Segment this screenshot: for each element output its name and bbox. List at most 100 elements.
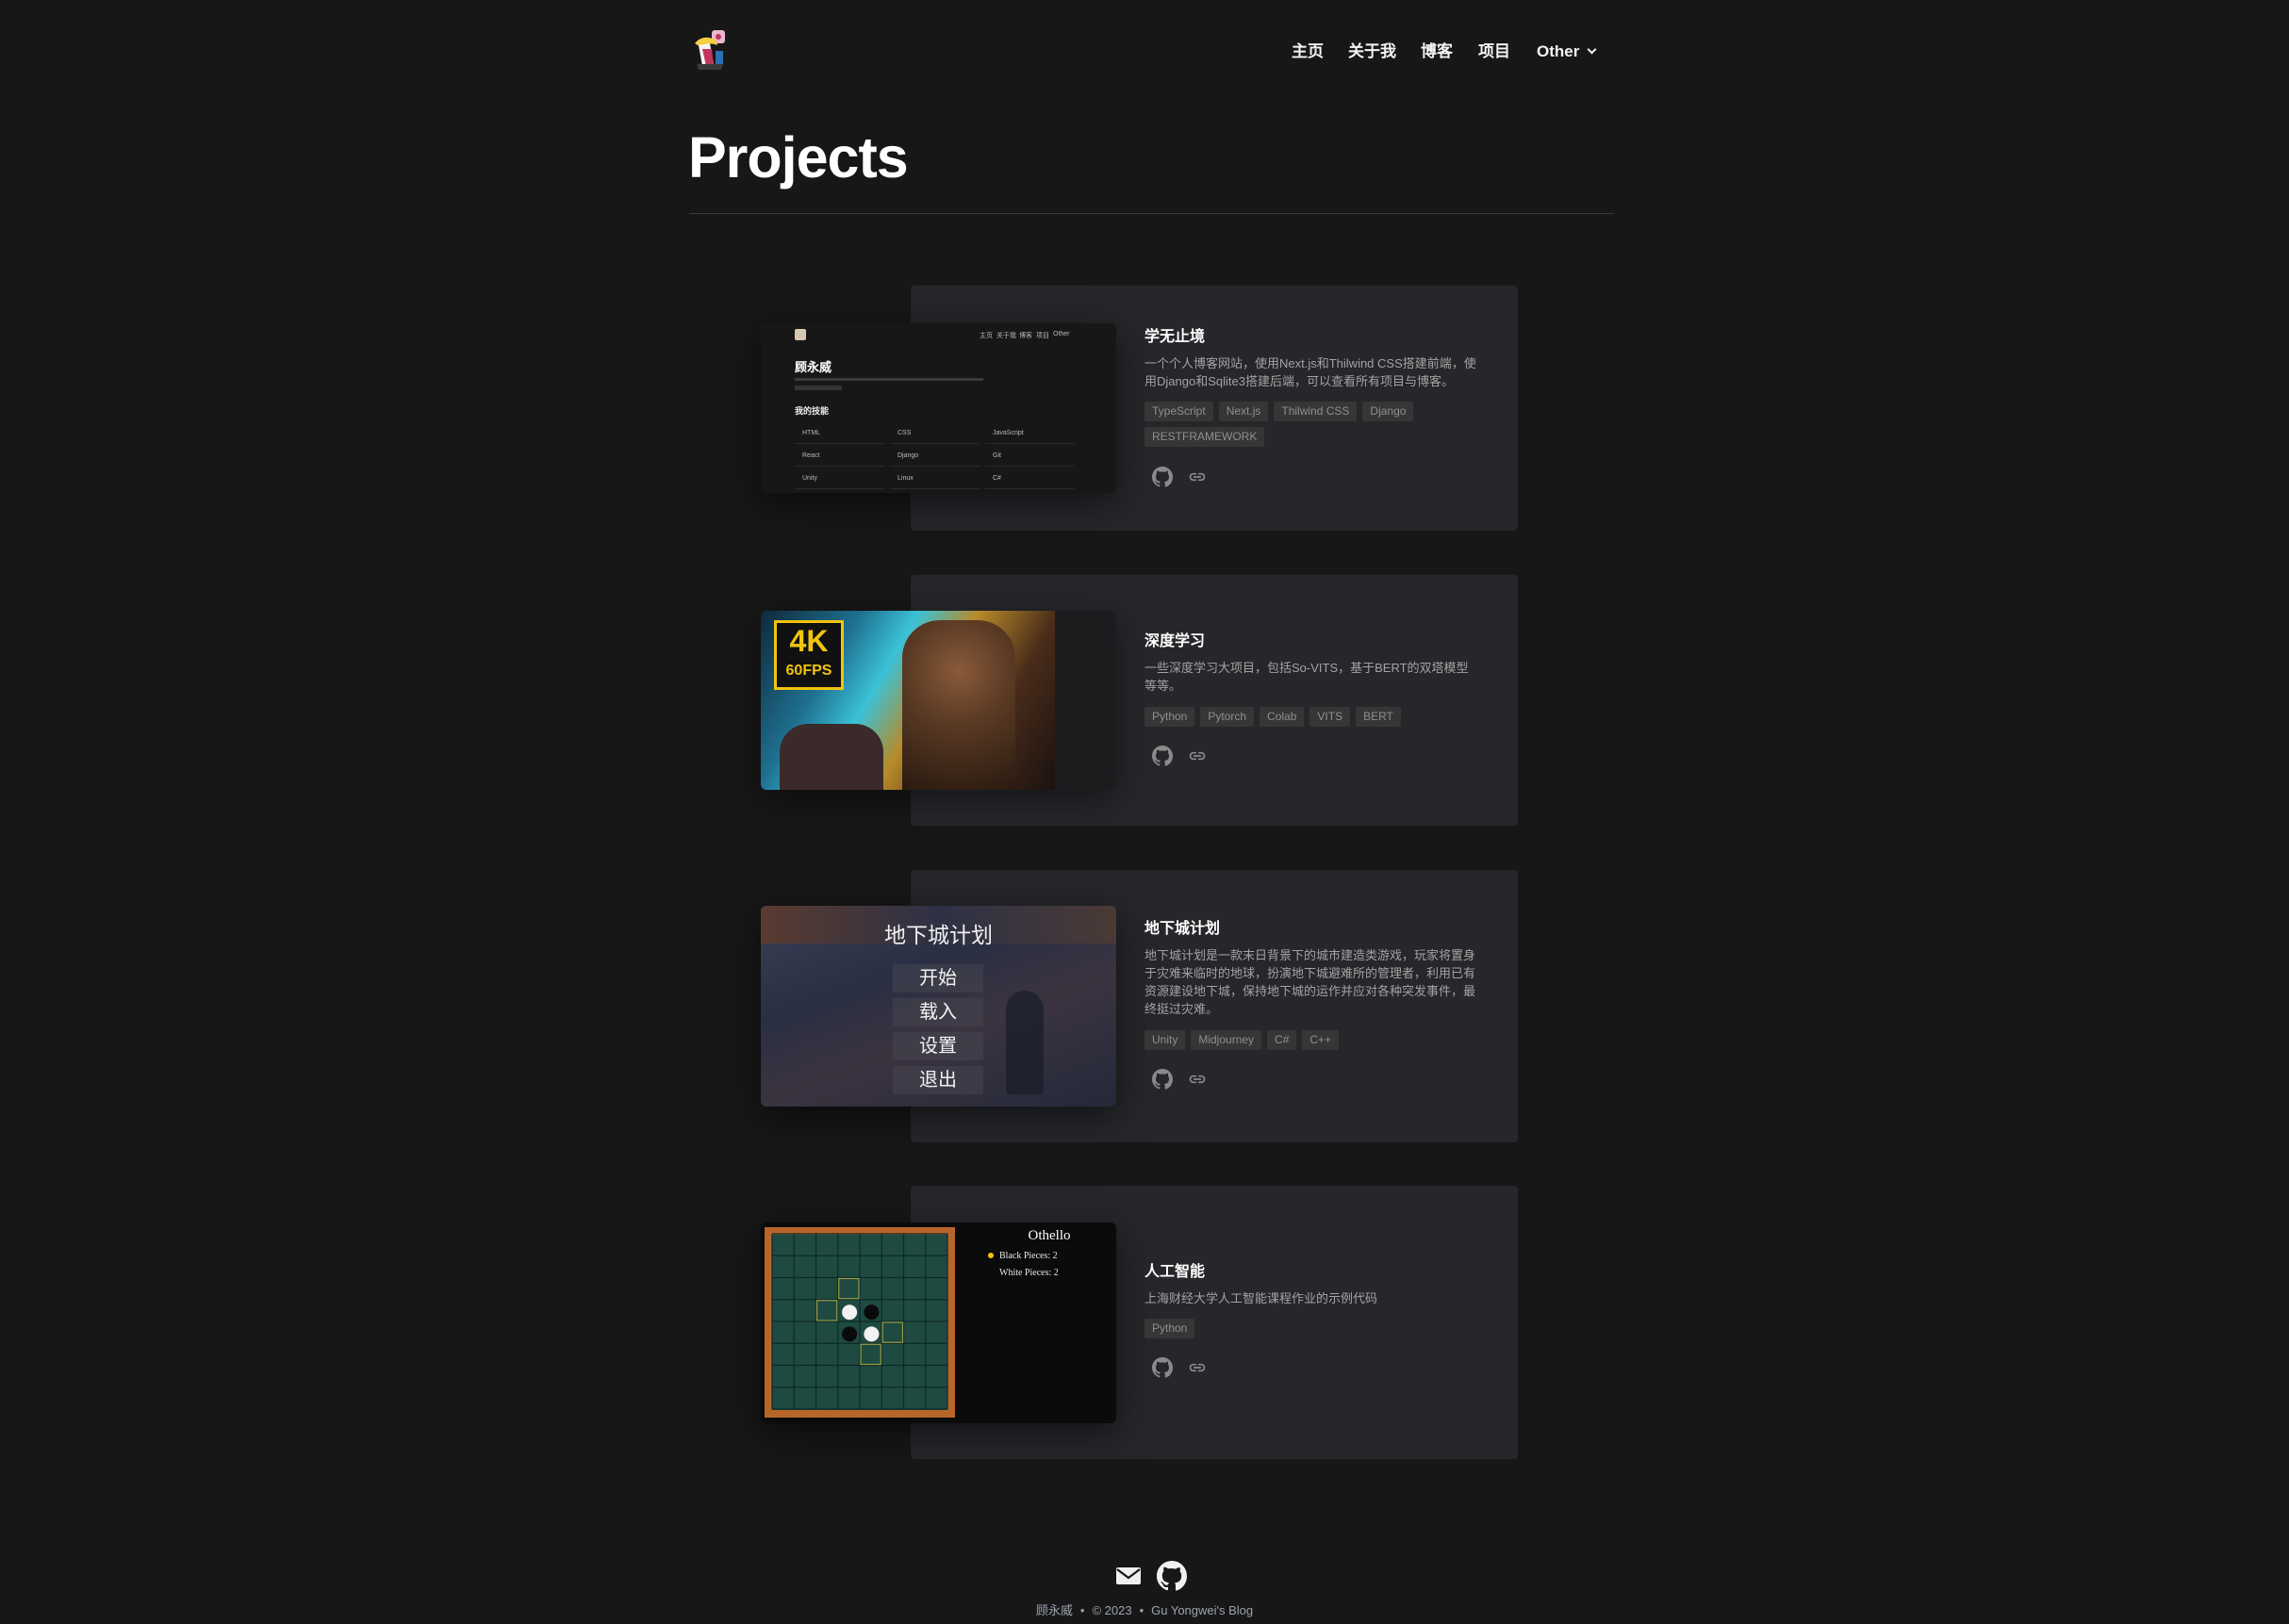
mini-skill-label: Unity	[802, 475, 817, 482]
title-divider	[689, 213, 1614, 214]
tag-list: Python	[1144, 1319, 1493, 1338]
tag: Midjourney	[1191, 1030, 1262, 1050]
mini-skills-heading: 我的技能	[795, 406, 830, 416]
video-quality-badge: 4K 60FPS	[774, 620, 844, 690]
concert-video-frame: 4K 60FPS	[761, 611, 1116, 790]
othello-board	[765, 1227, 994, 1418]
project-thumbnail[interactable]: 4K 60FPS	[761, 611, 1116, 790]
project-links	[1152, 746, 1207, 766]
project-links	[1152, 467, 1207, 487]
mini-text-line	[795, 378, 983, 381]
dungeon-game-menu: 地下城计划 开始 载入 设置 退出	[761, 906, 1116, 1107]
mini-skill: JavaScript	[985, 427, 1075, 444]
mini-nav-item: 博客	[1019, 333, 1032, 339]
github-icon[interactable]	[1152, 1069, 1173, 1090]
footer-author: 顾永威	[1035, 1603, 1073, 1617]
mini-nav-item: 主页	[980, 333, 993, 339]
project-title[interactable]: 深度学习	[1144, 628, 1205, 650]
othello-game-screen: Othello Black Pieces: 2 White Pieces: 2	[761, 1222, 1116, 1423]
tag: Thilwind CSS	[1274, 402, 1358, 421]
mini-skill-label: Linux	[897, 475, 914, 482]
mini-skill: Unity	[795, 472, 884, 489]
github-icon[interactable]	[1152, 467, 1173, 487]
link-icon[interactable]	[1188, 468, 1207, 486]
nav-projects[interactable]: 项目	[1478, 38, 1510, 66]
footer-credits: 顾永威 • © 2023 • Gu Yongwei's Blog	[0, 1600, 2289, 1618]
guitarist-figure	[780, 724, 883, 790]
chevron-down-icon	[1587, 44, 1597, 55]
mini-skill-label: CSS	[897, 430, 912, 436]
menu-settings: 设置	[893, 1032, 983, 1060]
blog-site-screenshot: 主页 关于我 博客 项目 Other 顾永威 我的技能 HTML CSS Jav…	[761, 323, 1116, 493]
mini-skill: C#	[985, 472, 1075, 489]
thumbnail-padding	[1055, 611, 1116, 790]
tag: Python	[1144, 707, 1195, 727]
singer-figure	[902, 620, 1015, 790]
nav-blog[interactable]: 博客	[1421, 38, 1453, 66]
footer-copyright: © 2023	[1092, 1603, 1132, 1617]
project-thumbnail[interactable]: Othello Black Pieces: 2 White Pieces: 2	[761, 1222, 1116, 1423]
main-nav: 主页 关于我 博客 项目 Other	[0, 38, 2289, 66]
github-icon[interactable]	[1157, 1561, 1187, 1591]
tag: Next.js	[1218, 402, 1269, 421]
menu-start: 开始	[893, 964, 983, 992]
link-icon[interactable]	[1188, 1358, 1207, 1377]
link-icon[interactable]	[1188, 1070, 1207, 1089]
nav-other-dropdown[interactable]: Other	[1537, 38, 1597, 66]
github-icon[interactable]	[1152, 1357, 1173, 1378]
badge-4k: 4K	[789, 624, 829, 658]
tag: VITS	[1309, 707, 1351, 727]
mini-skill: Git	[985, 450, 1075, 467]
tag: Unity	[1144, 1030, 1186, 1050]
mini-nav-item: 关于我	[996, 333, 1016, 339]
project-description: 地下城计划是一款末日背景下的城市建造类游戏，玩家将置身于灾难来临时的地球，扮演地…	[1144, 948, 1476, 1016]
mini-skill-label: Django	[897, 452, 919, 459]
nav-about[interactable]: 关于我	[1348, 38, 1396, 66]
mini-skill: Linux	[890, 472, 980, 489]
tag-list: TypeScript Next.js Thilwind CSS Django R…	[1144, 402, 1493, 447]
footer-separator: •	[1079, 1603, 1085, 1617]
nav-other-label: Other	[1537, 42, 1580, 60]
nav-home[interactable]: 主页	[1292, 38, 1324, 66]
white-pieces-count: White Pieces: 2	[999, 1268, 1059, 1278]
footer-separator: •	[1139, 1603, 1144, 1617]
mini-skill-label: C#	[993, 475, 1001, 482]
badge-fps: 60FPS	[785, 663, 832, 679]
tag: C#	[1267, 1030, 1297, 1050]
project-description: 上海财经大学人工智能课程作业的示例代码	[1144, 1291, 1378, 1305]
tag: BERT	[1356, 707, 1401, 727]
mail-icon[interactable]	[1115, 1566, 1142, 1586]
mini-skill: CSS	[890, 427, 980, 444]
mini-icon-row	[795, 385, 842, 390]
github-icon[interactable]	[1152, 746, 1173, 766]
mini-skill-label: JavaScript	[993, 430, 1024, 436]
footer-social-links	[1115, 1561, 1187, 1591]
game-title: 地下城计划	[884, 923, 993, 947]
tag: Pytorch	[1200, 707, 1255, 727]
tag: Colab	[1260, 707, 1305, 727]
tag: RESTFRAMEWORK	[1144, 427, 1265, 447]
project-title[interactable]: 学无止境	[1144, 323, 1205, 346]
footer-site-name: Gu Yongwei's Blog	[1151, 1603, 1254, 1617]
mini-skill-label: React	[802, 452, 820, 459]
project-thumbnail[interactable]: 主页 关于我 博客 项目 Other 顾永威 我的技能 HTML CSS Jav…	[761, 323, 1116, 493]
project-title[interactable]: 地下城计划	[1144, 915, 1220, 938]
project-thumbnail[interactable]: 地下城计划 开始 载入 设置 退出	[761, 906, 1116, 1107]
menu-quit: 退出	[893, 1066, 983, 1094]
game-title: Othello	[1028, 1228, 1071, 1243]
tag-list: Unity Midjourney C# C++	[1144, 1030, 1493, 1050]
mini-name: 顾永威	[795, 360, 832, 374]
link-icon[interactable]	[1188, 746, 1207, 765]
mini-logo-icon	[795, 329, 806, 340]
tag: Django	[1362, 402, 1414, 421]
tag: C++	[1302, 1030, 1340, 1050]
tag: TypeScript	[1144, 402, 1213, 421]
page-title: Projects	[688, 125, 909, 189]
mini-skill: HTML	[795, 427, 884, 444]
tag: Python	[1144, 1319, 1195, 1338]
project-title[interactable]: 人工智能	[1144, 1258, 1205, 1281]
mini-skill-label: Git	[993, 452, 1001, 459]
project-links	[1152, 1069, 1207, 1090]
menu-load: 载入	[893, 998, 983, 1026]
tag-list: Python Pytorch Colab VITS BERT	[1144, 707, 1493, 727]
